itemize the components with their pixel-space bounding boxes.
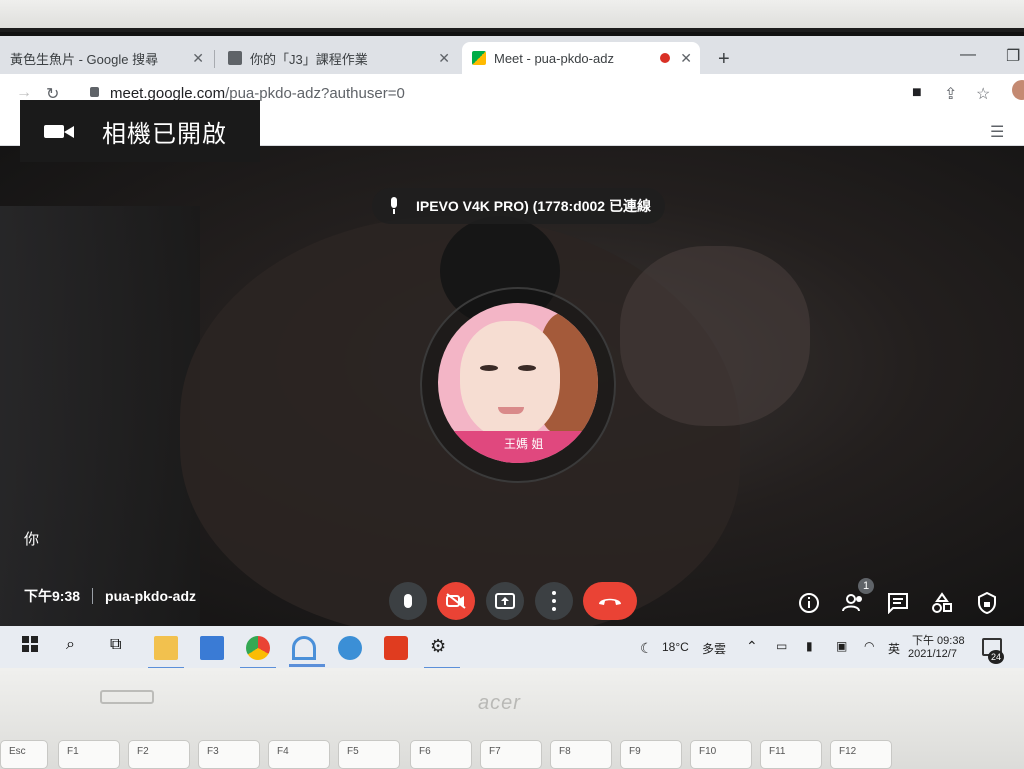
keyboard-key: F1 bbox=[58, 740, 120, 769]
hang-up-icon bbox=[599, 598, 621, 605]
minimize-icon[interactable]: — bbox=[960, 46, 976, 64]
task-view-icon[interactable]: ⧉ bbox=[110, 636, 134, 660]
more-vert-icon bbox=[552, 591, 556, 595]
close-icon[interactable]: ✕ bbox=[680, 50, 692, 67]
background-arm bbox=[620, 246, 810, 426]
weather-icon: ☾ bbox=[640, 640, 653, 656]
participant-avatar: 王媽 姐 bbox=[438, 303, 598, 463]
laptop-screen: 黃色生魚片 - Google 搜尋 ✕ 你的「J3」課程作業 ✕ Meet - … bbox=[0, 28, 1024, 670]
chat-icon bbox=[888, 593, 908, 615]
microphone-tray-icon[interactable]: ▮ bbox=[806, 639, 813, 653]
keyboard-key: F12 bbox=[830, 740, 892, 769]
ime-indicator[interactable]: 英 bbox=[888, 640, 900, 657]
close-icon[interactable]: ✕ bbox=[438, 50, 450, 67]
chat-button[interactable] bbox=[887, 592, 909, 615]
present-icon bbox=[495, 593, 515, 609]
keyboard-key: F7 bbox=[480, 740, 542, 769]
tab-google-search[interactable]: 黃色生魚片 - Google 搜尋 ✕ bbox=[0, 42, 212, 74]
leave-call-button[interactable] bbox=[583, 582, 637, 620]
camera-indicator-icon[interactable]: ■ bbox=[912, 84, 922, 102]
profile-avatar[interactable] bbox=[1012, 80, 1024, 100]
edge-icon[interactable] bbox=[338, 636, 362, 660]
microphone-icon bbox=[404, 594, 412, 608]
keyboard-key: Esc bbox=[0, 740, 48, 769]
windows-start-icon[interactable] bbox=[22, 636, 46, 660]
recording-dot-icon bbox=[660, 53, 670, 63]
tab-classroom[interactable]: 你的「J3」課程作業 ✕ bbox=[218, 42, 458, 74]
shield-lock-icon bbox=[978, 591, 996, 615]
keyboard-key: F3 bbox=[198, 740, 260, 769]
clock-time[interactable]: 下午 09:38 bbox=[912, 632, 965, 648]
keyboard-key: F11 bbox=[760, 740, 822, 769]
tab-divider bbox=[214, 50, 215, 68]
windows-taskbar: ⌕ ⧉ ⚙ ☾ 18°C 多雲 ⌃ ▭ ▮ ▣ ◠ 英 下午 09:38 202… bbox=[0, 626, 1024, 670]
tab-title: Meet - pua-pkdo-adz bbox=[494, 50, 614, 66]
search-icon[interactable]: ⌕ bbox=[66, 636, 90, 660]
keyboard-key: F4 bbox=[268, 740, 330, 769]
activities-button[interactable] bbox=[931, 592, 953, 614]
chevron-up-icon[interactable]: ⌃ bbox=[746, 638, 758, 655]
weather-temp: 18°C bbox=[662, 640, 689, 654]
meet-video-stage: IPEVO V4K PRO) (1778:d002 已連線 王媽 姐 你 下午9… bbox=[0, 146, 1024, 626]
classroom-icon bbox=[228, 51, 242, 65]
self-tile-label: 你 bbox=[24, 531, 40, 548]
keyboard-key: F6 bbox=[410, 740, 472, 769]
toast-text: 相機已開啟 bbox=[102, 120, 227, 148]
new-tab-button[interactable]: + bbox=[718, 48, 730, 71]
camera-off-icon bbox=[446, 593, 466, 609]
laptop-hinge-mark bbox=[100, 690, 154, 704]
clock-date[interactable]: 2021/12/7 bbox=[908, 648, 957, 660]
tab-meet[interactable]: Meet - pua-pkdo-adz ✕ bbox=[462, 42, 700, 74]
people-button[interactable] bbox=[842, 592, 864, 614]
meet-icon bbox=[472, 51, 486, 65]
meeting-clock: 下午9:38 bbox=[24, 588, 81, 604]
keyboard-key: F9 bbox=[620, 740, 682, 769]
meeting-code: pua-pkdo-adz bbox=[105, 588, 197, 604]
camera-icon bbox=[44, 122, 74, 140]
settings-gear-icon[interactable]: ⚙ bbox=[424, 636, 460, 670]
activities-icon bbox=[932, 592, 952, 613]
file-explorer-icon[interactable] bbox=[148, 636, 184, 670]
camera-toggle-button[interactable] bbox=[437, 582, 475, 620]
display-tray-icon[interactable]: ▣ bbox=[836, 639, 847, 653]
camera-on-toast: 相機已開啟 bbox=[20, 100, 260, 162]
tab-title: 你的「J3」課程作業 bbox=[250, 51, 368, 67]
avatar-caption: 王媽 姐 bbox=[448, 431, 598, 463]
microphone-toggle-button[interactable] bbox=[389, 582, 427, 620]
meet-tray-icon[interactable]: ▭ bbox=[776, 639, 787, 653]
app-icon[interactable] bbox=[289, 636, 325, 667]
mic-device-banner: IPEVO V4K PRO) (1778:d002 已連線 bbox=[372, 188, 665, 224]
mail-icon[interactable] bbox=[200, 636, 224, 660]
host-controls-button[interactable] bbox=[976, 591, 998, 615]
lock-icon bbox=[90, 87, 99, 97]
keyboard-key: F2 bbox=[128, 740, 190, 769]
mic-device-text: IPEVO V4K PRO) (1778:d002 已連線 bbox=[416, 198, 651, 214]
share-icon[interactable]: ⇪ bbox=[944, 84, 957, 104]
weather-text: 多雲 bbox=[702, 642, 727, 656]
office-icon[interactable] bbox=[384, 636, 408, 660]
keyboard-key: F10 bbox=[690, 740, 752, 769]
bookmark-star-icon[interactable]: ☆ bbox=[976, 84, 990, 104]
more-options-button[interactable] bbox=[535, 582, 573, 620]
notification-count: 24 bbox=[988, 650, 1004, 664]
divider bbox=[92, 588, 94, 604]
browser-tab-strip: 黃色生魚片 - Google 搜尋 ✕ 你的「J3」課程作業 ✕ Meet - … bbox=[0, 36, 1024, 74]
keyboard-key: F5 bbox=[338, 740, 400, 769]
present-screen-button[interactable] bbox=[486, 582, 524, 620]
info-icon bbox=[799, 593, 819, 613]
laptop-brand-logo: acer bbox=[478, 692, 521, 714]
microphone-icon bbox=[388, 197, 400, 215]
close-icon[interactable]: ✕ bbox=[192, 50, 204, 67]
chrome-icon[interactable] bbox=[240, 636, 276, 670]
restore-icon[interactable]: ❐ bbox=[1006, 46, 1020, 66]
keyboard-key: F8 bbox=[550, 740, 612, 769]
wifi-icon[interactable]: ◠ bbox=[864, 639, 874, 653]
background-shelf bbox=[0, 206, 200, 626]
meeting-details-button[interactable] bbox=[798, 592, 820, 614]
meeting-info: 下午9:38 pua-pkdo-adz bbox=[24, 586, 196, 606]
reading-list-icon[interactable]: ☰ bbox=[990, 122, 1004, 142]
tab-title: 黃色生魚片 - Google 搜尋 bbox=[10, 51, 159, 67]
photo-of-laptop: 黃色生魚片 - Google 搜尋 ✕ 你的「J3」課程作業 ✕ Meet - … bbox=[0, 0, 1024, 769]
people-icon bbox=[842, 594, 862, 612]
